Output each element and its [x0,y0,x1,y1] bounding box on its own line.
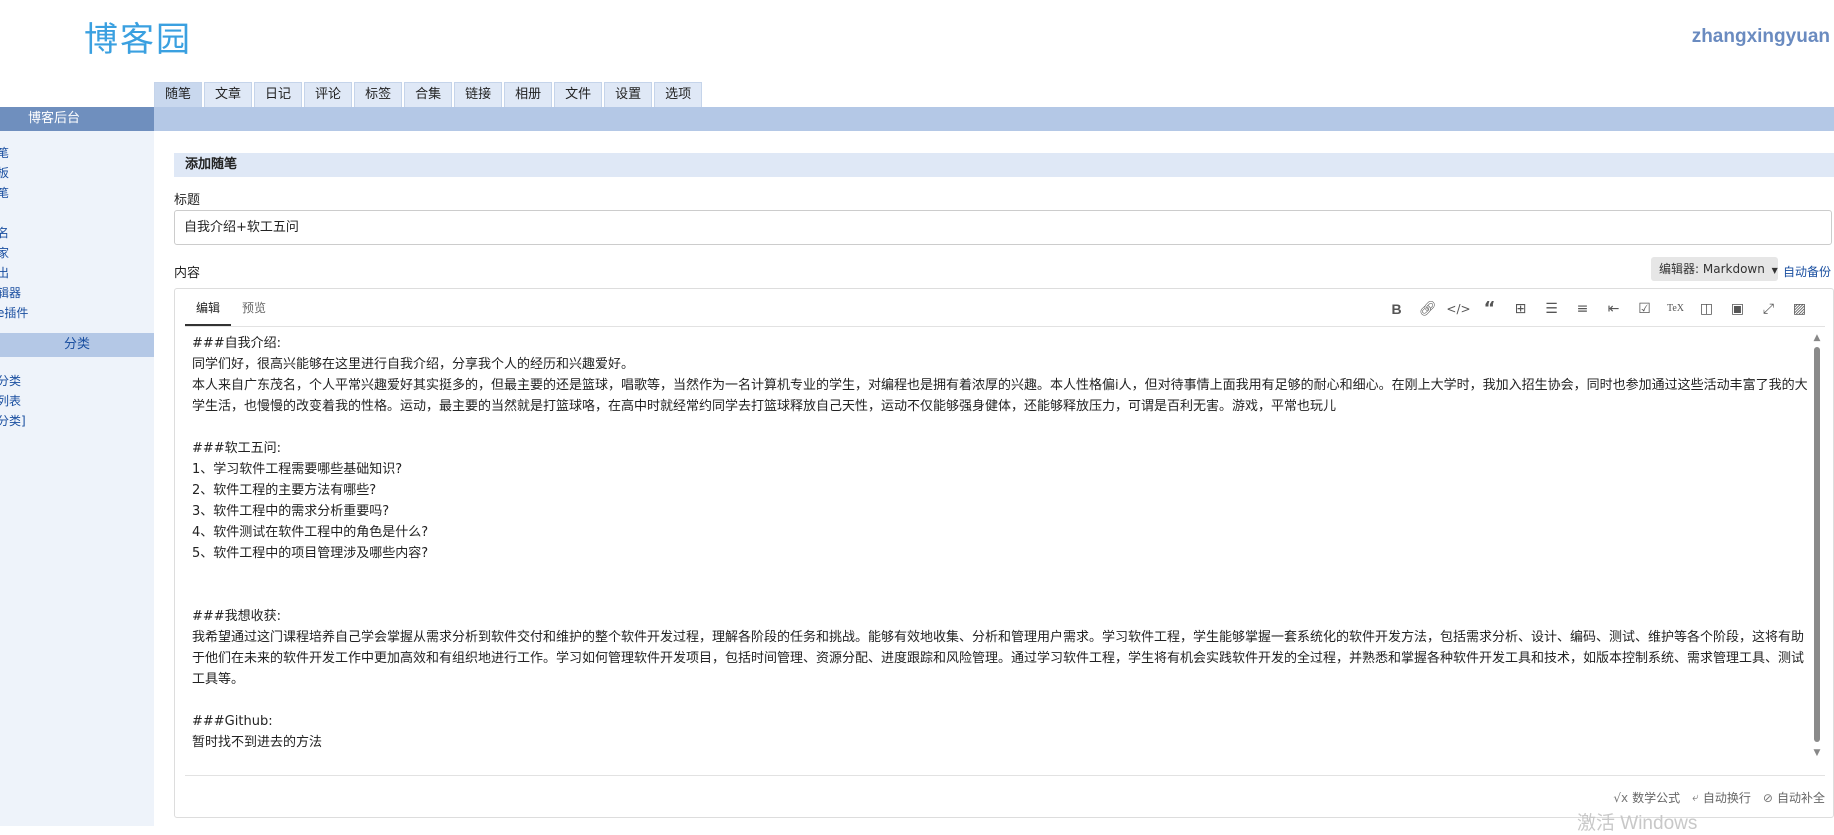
status-label: 自动补全 [1776,791,1825,805]
top-bar: 博客园 zhangxingyuan [0,0,1834,90]
fullscreen-icon[interactable]: ⤢ [1753,298,1784,320]
tab-settings[interactable]: 设置 [604,82,653,107]
sidebar-link[interactable]: 分类] [0,411,154,431]
sidebar-category-heading: 分类 [0,333,154,357]
sidebar-link[interactable]: 分类 [0,371,154,391]
auto-backup-link[interactable]: 自动备份 [1783,263,1831,280]
divider [185,775,1825,776]
sidebar-group-3: 分类 列表 分类] [0,371,154,431]
status-label: 数学公式 [1632,791,1681,805]
checkbox-icon[interactable]: ☑ [1629,298,1660,320]
sidebar-link[interactable]: 出 [0,263,154,283]
tab-albums[interactable]: 相册 [504,82,553,107]
sidebar-link[interactable]: 辑器 [0,283,154,303]
word-wrap-toggle[interactable]: ⤶ 自动换行 [1692,789,1751,806]
sidebar-link[interactable]: 笔 [0,143,154,163]
scrollbar[interactable]: ▲ ▼ [1813,333,1821,758]
sidebar-link[interactable]: 家 [0,243,154,263]
scroll-up-icon[interactable]: ▲ [1813,333,1821,343]
scroll-down-icon[interactable]: ▼ [1813,748,1821,758]
editor-toolbar: B 🔗︎ </> “ ⊞ ☰ ≡ ⇤ ☑ TeX ◫ ▣ ⤢ ▨ [1381,298,1815,320]
image-icon[interactable]: ▨ [1784,298,1815,320]
tab-edit[interactable]: 编辑 [185,289,232,326]
editor-select-label: 编辑器: Markdown [1659,262,1765,276]
tex-icon[interactable]: TeX [1660,298,1691,320]
caret-down-icon: ▼ [1771,266,1778,275]
scrollbar-thumb[interactable] [1814,347,1820,742]
tab-options[interactable]: 选项 [654,82,703,107]
bullet-list-icon[interactable]: ☰ [1536,298,1567,320]
tab-files[interactable]: 文件 [554,82,603,107]
wrap-icon: ⤶ [1692,790,1699,804]
tab-links[interactable]: 链接 [454,82,503,107]
autocomplete-off-icon: ⊘ [1762,790,1773,805]
username[interactable]: zhangxingyuan [1692,26,1830,48]
sidebar-link[interactable]: 名 [0,223,154,243]
sidebar-link[interactable]: 笔 [0,183,154,203]
tab-comments[interactable]: 评论 [304,82,353,107]
link-icon[interactable]: 🔗︎ [1412,298,1443,320]
code-icon[interactable]: </> [1443,298,1474,320]
split-view-icon[interactable]: ◫ [1691,298,1722,320]
markdown-editor: 编辑 预览 B 🔗︎ </> “ ⊞ ☰ ≡ ⇤ ☑ TeX ◫ ▣ ⤢ ▨ #… [174,288,1834,818]
status-label: 自动换行 [1702,791,1751,805]
section-title: 添加随笔 [174,153,1834,177]
numbered-list-icon[interactable]: ≡ [1567,298,1598,320]
quote-icon[interactable]: “ [1474,298,1505,320]
editor-tabs: 编辑 预览 [185,289,277,327]
bold-icon[interactable]: B [1381,298,1412,320]
tab-tags[interactable]: 标签 [354,82,403,107]
sidebar-group-1: 笔 板 笔 [0,143,154,203]
windows-activation-watermark: 激活 Windows [1577,813,1698,834]
tab-articles[interactable]: 文章 [204,82,253,107]
sidebar-link[interactable]: 板 [0,163,154,183]
sidebar-link[interactable]: 列表 [0,391,154,411]
content-label: 内容 [174,266,201,281]
sidebar: 博客后台 笔 板 笔 名 家 出 辑器 e插件 分类 分类 列表 分类] [0,107,154,826]
tab-posts[interactable]: 随笔 [154,82,203,107]
title-label: 标题 [174,193,201,208]
sidebar-group-2: 名 家 出 辑器 e插件 [0,223,154,323]
site-logo[interactable]: 博客园 [84,12,192,61]
table-icon[interactable]: ⊞ [1505,298,1536,320]
editor-select[interactable]: 编辑器: Markdown ▼ [1651,257,1778,281]
save-icon[interactable]: ▣ [1722,298,1753,320]
tab-diary[interactable]: 日记 [254,82,303,107]
nav-strip [154,107,1834,131]
editor-textarea[interactable]: ###自我介绍: 同学们好，很高兴能够在这里进行自我介绍，分享我个人的经历和兴趣… [192,333,1814,763]
editor-status-bar: √x 数学公式 ⤶ 自动换行 ⊘ 自动补全 [1601,789,1825,806]
main-content: 添加随笔 标题 自我介绍+软工五问 内容 编辑器: Markdown ▼ 自动备… [174,131,1834,826]
indent-icon[interactable]: ⇤ [1598,298,1629,320]
main-nav-tabs: 随笔 文章 日记 评论 标签 合集 链接 相册 文件 设置 选项 [154,82,704,107]
title-input[interactable]: 自我介绍+软工五问 [174,210,1832,245]
sqrt-icon: √x [1613,790,1629,805]
sidebar-link[interactable]: e插件 [0,303,154,323]
autocomplete-toggle[interactable]: ⊘ 自动补全 [1763,789,1825,806]
sidebar-heading: 博客后台 [0,107,154,131]
tab-collections[interactable]: 合集 [404,82,453,107]
math-formula-toggle[interactable]: √x 数学公式 [1613,789,1680,806]
divider [185,326,1825,327]
tab-preview[interactable]: 预览 [231,289,277,327]
